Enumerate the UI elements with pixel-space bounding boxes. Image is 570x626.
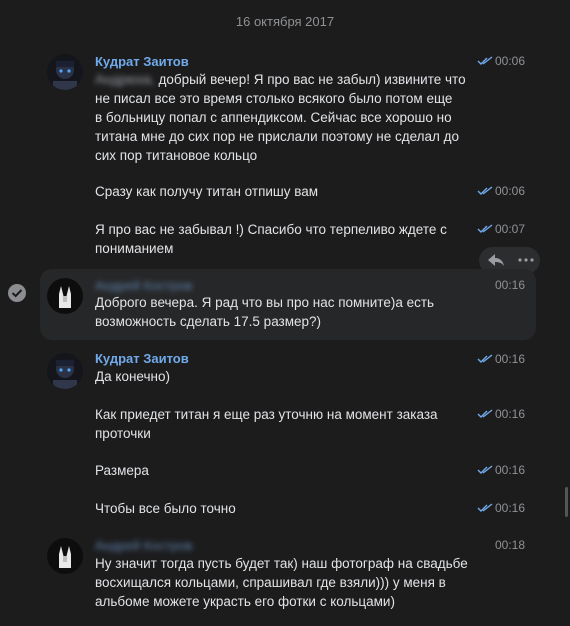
message-time: 00:06 [494,54,525,68]
message-text: Размера [95,463,149,478]
sender-name[interactable]: Андрей Костров [95,278,192,293]
sender-name[interactable]: Кудрат Заитов [95,54,189,69]
more-icon[interactable] [517,253,535,267]
message-text: Чтобы все было точно [95,501,236,516]
scrollbar[interactable] [565,487,568,517]
avatar-sender-1[interactable] [47,54,83,90]
message-text: Сразу как получу титан отпишу вам [95,184,319,199]
reply-icon[interactable] [487,252,505,268]
message-time: 00:06 [494,184,525,198]
avatar-sender-2[interactable] [47,278,83,314]
avatar-sender-1[interactable] [47,353,83,389]
message-text: Я про вас не забывал !) Спасибо что терп… [95,222,447,256]
double-check-icon [477,224,493,233]
double-check-icon [477,56,493,65]
message-text: Ну значит тогда пусть будет так) наш фот… [95,556,468,609]
avatar-sender-2[interactable] [47,538,83,574]
message-text: Андрюха, добрый вечер! Я про вас не забы… [95,72,466,163]
message-time: 00:16 [494,501,525,515]
double-check-icon [477,503,493,512]
sender-name[interactable]: Кудрат Заитов [95,351,189,366]
checkmark-icon[interactable] [8,284,26,302]
message-time: 00:07 [494,222,525,236]
message-time: 00:16 [494,352,525,366]
sender-name[interactable]: Андрей Костров [95,538,192,553]
message-text: Да конечно) [95,369,170,384]
double-check-icon [477,465,493,474]
message-text: Доброго вечера. Я рад что вы про нас пом… [95,295,435,329]
message-time: 00:18 [494,538,525,552]
double-check-icon [477,186,493,195]
message-time: 00:16 [494,278,525,292]
date-divider: 16 октября 2017 [235,14,335,29]
double-check-icon [477,354,493,363]
message-text: Как приедет титан я еще раз уточню на мо… [95,407,438,441]
double-check-icon [477,409,493,418]
sender-mention: Андрюха, [95,72,155,87]
message-time: 00:16 [494,463,525,477]
message-time: 00:16 [494,407,525,421]
